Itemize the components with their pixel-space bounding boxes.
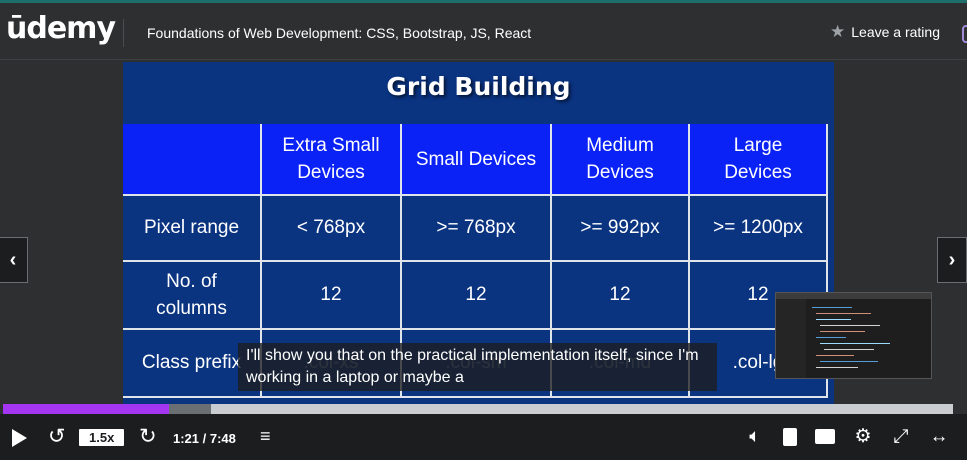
previous-lecture-button[interactable]: ‹ xyxy=(0,237,28,283)
table-cell: >= 992px xyxy=(550,194,690,262)
chevron-left-icon: ‹ xyxy=(9,248,17,271)
row-label: Pixel range xyxy=(123,194,262,262)
table-cell: 12 xyxy=(550,260,690,330)
star-icon: ★ xyxy=(830,22,846,41)
player-controls: ↺ 1.5x ↻ 1:21 / 7:48 ≡ 🔈︎ ⚙ ⤢ ↔ xyxy=(0,414,967,460)
instructor-screen-thumbnail xyxy=(775,292,932,379)
fullscreen-icon[interactable]: ⤢ xyxy=(891,426,911,448)
table-header-cell xyxy=(123,124,262,196)
table-header-row: Extra Small Devices Small Devices Medium… xyxy=(123,124,828,196)
header-divider xyxy=(123,19,124,47)
table-cell: < 768px xyxy=(260,194,402,262)
table-header-cell: Large Devices xyxy=(688,124,828,196)
transcript-icon[interactable] xyxy=(783,427,797,446)
table-cell: >= 768px xyxy=(400,194,552,262)
captions-icon[interactable] xyxy=(815,429,835,444)
table-header-cell: Medium Devices xyxy=(550,124,690,196)
table-header-cell: Extra Small Devices xyxy=(260,124,402,196)
leave-rating-label: Leave a rating xyxy=(851,24,940,40)
caption-text: I'll show you that on the practical impl… xyxy=(238,343,717,391)
course-title[interactable]: Foundations of Web Development: CSS, Boo… xyxy=(147,25,531,41)
progress-ring-icon[interactable] xyxy=(962,25,967,43)
volume-icon[interactable]: 🔈︎ xyxy=(745,426,765,448)
settings-icon[interactable]: ⚙ xyxy=(853,425,873,448)
table-header-cell: Small Devices xyxy=(400,124,552,196)
chevron-right-icon: › xyxy=(948,248,956,271)
play-icon[interactable] xyxy=(12,429,27,447)
next-lecture-button[interactable]: › xyxy=(937,237,967,283)
player-right-controls: 🔈︎ ⚙ ⤢ ↔ xyxy=(745,425,949,448)
table-cell: 12 xyxy=(260,260,402,330)
table-row: Pixel range < 768px >= 768px >= 992px >=… xyxy=(123,194,828,262)
notes-icon[interactable]: ≡ xyxy=(260,426,271,447)
leave-rating-button[interactable]: ★ Leave a rating xyxy=(830,22,940,41)
time-display: 1:21 / 7:48 xyxy=(173,431,236,446)
progress-played xyxy=(3,404,170,414)
progress-bar[interactable] xyxy=(3,404,953,414)
row-label: No. of columns xyxy=(123,260,262,330)
table-cell: >= 1200px xyxy=(688,194,828,262)
table-cell: 12 xyxy=(400,260,552,330)
playback-speed-button[interactable]: 1.5x xyxy=(79,429,125,446)
expand-icon[interactable]: ↔ xyxy=(929,426,949,448)
rewind-5s-icon[interactable]: ↺ xyxy=(48,424,66,449)
udemy-logo[interactable]: ūdemy xyxy=(6,11,116,46)
forward-5s-icon[interactable]: ↻ xyxy=(139,424,157,449)
table-row: No. of columns 12 12 12 12 xyxy=(123,260,828,330)
slide-title: Grid Building xyxy=(386,72,571,101)
course-header: ūdemy Foundations of Web Development: CS… xyxy=(0,3,967,60)
